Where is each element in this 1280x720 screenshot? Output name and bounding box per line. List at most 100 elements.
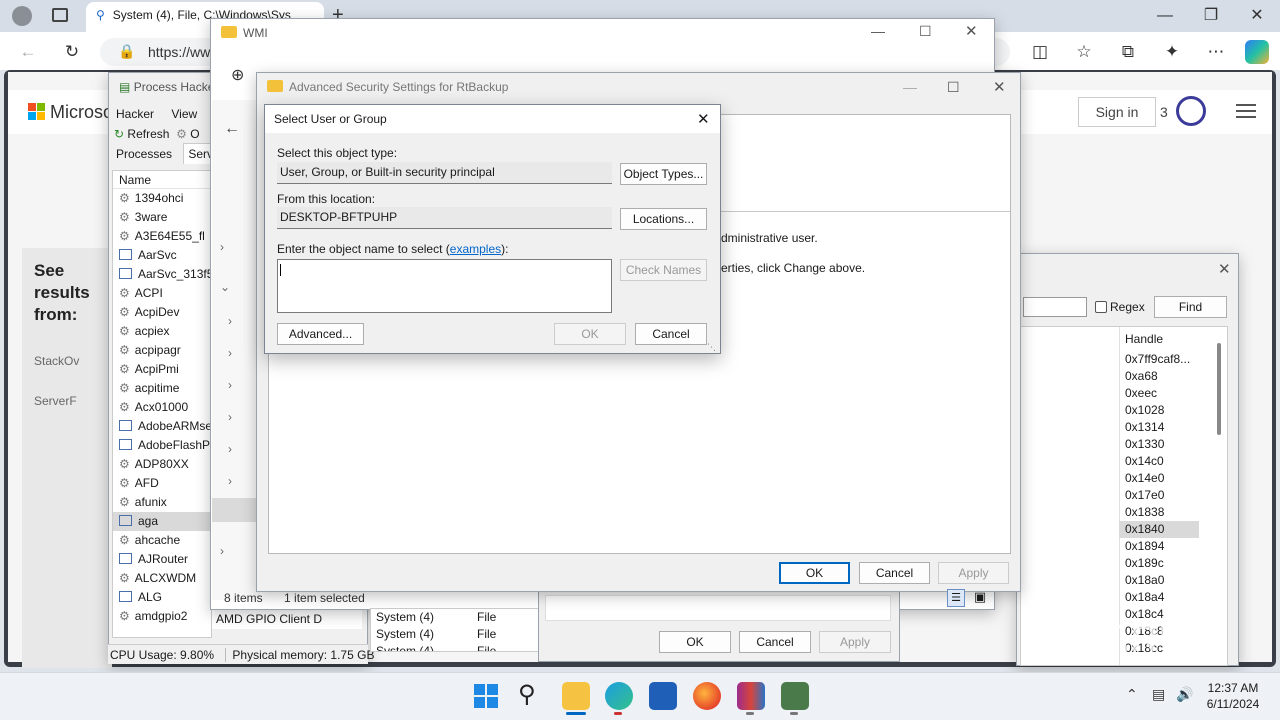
column-header-handle[interactable]: Handle (1125, 332, 1163, 346)
list-item[interactable]: ⚙ acpitime (113, 379, 211, 398)
adv-apply-button[interactable]: Apply (938, 562, 1009, 584)
table-row[interactable]: 0x1838 (1119, 504, 1199, 521)
chevron-right-icon[interactable]: › (228, 410, 232, 424)
services-list[interactable]: Name ⚙ 1394ohci ⚙ 3ware ⚙ A3E64E55_fl AarSvc Aa… (112, 170, 212, 638)
table-row[interactable]: 0xa68 (1119, 368, 1199, 385)
profile-avatar[interactable] (12, 6, 32, 26)
volume-icon[interactable]: 🔊 (1176, 686, 1193, 703)
object-name-input[interactable] (277, 259, 612, 313)
more-icon[interactable]: ⋯ (1204, 40, 1228, 64)
chevron-right-icon[interactable]: › (228, 314, 232, 328)
close-icon[interactable]: ✕ (1218, 260, 1231, 278)
checkbox-box[interactable] (1095, 301, 1107, 313)
file-list[interactable]: System (4) File System (4) File System (4) Fi… (370, 608, 540, 652)
back-arrow-icon[interactable]: ← (224, 120, 240, 138)
chevron-down-icon[interactable]: ⌄ (220, 280, 230, 294)
wmi-maximize[interactable]: ☐ (919, 23, 932, 40)
list-item[interactable]: ⚙ ALCXWDM (113, 569, 211, 588)
menu-icon[interactable] (1236, 104, 1256, 118)
table-row[interactable]: 0x17e0 (1119, 487, 1199, 504)
chevron-right-icon[interactable]: › (228, 378, 232, 392)
list-item[interactable]: ⚙ Acx01000 (113, 398, 211, 417)
props-cancel-button[interactable]: Cancel (739, 631, 811, 653)
copilot-icon[interactable] (1245, 40, 1269, 64)
props-apply-button[interactable]: Apply (819, 631, 891, 653)
new-item-icon[interactable]: ⊕ (231, 65, 244, 85)
wmi-close[interactable]: ✕ (965, 22, 978, 40)
refresh-icon[interactable]: ↻ (60, 40, 84, 64)
chevron-right-icon[interactable]: › (228, 442, 232, 456)
table-row[interactable]: 0x1314 (1119, 419, 1199, 436)
close-icon[interactable]: ✕ (697, 110, 710, 128)
list-item[interactable]: ⚙ afunix (113, 493, 211, 512)
regex-checkbox[interactable]: Regex (1095, 300, 1145, 314)
table-row[interactable]: 0xeec (1119, 385, 1199, 402)
list-item[interactable]: ⚙ amdgpio2 (113, 607, 211, 626)
options-button[interactable]: O (190, 127, 199, 141)
list-item[interactable]: ⚙ 1394ohci (113, 189, 211, 208)
list-item[interactable]: ⚙ acpipagr (113, 341, 211, 360)
list-item[interactable]: AdobeARMse (113, 417, 211, 436)
signin-button[interactable]: Sign in (1078, 97, 1156, 127)
check-names-button[interactable]: Check Names (620, 259, 707, 281)
table-row[interactable]: 0x18a0 (1119, 572, 1199, 589)
chevron-up-icon[interactable]: ⌃ (1126, 686, 1138, 703)
store-icon[interactable] (649, 682, 677, 710)
nav-selected-row[interactable] (212, 498, 260, 522)
table-row[interactable]: 0x1028 (1119, 402, 1199, 419)
chevron-right-icon[interactable]: › (220, 240, 224, 254)
resize-grip-icon[interactable]: ⋱ (707, 342, 716, 353)
list-item[interactable]: aga (113, 512, 211, 531)
list-item[interactable]: ⚙ ADP80XX (113, 455, 211, 474)
details-view-icon[interactable]: ☰ (947, 589, 965, 607)
chevron-right-icon[interactable]: › (220, 544, 224, 558)
winrar-icon[interactable] (737, 682, 765, 710)
list-item[interactable]: ⚙ ACPI (113, 284, 211, 303)
rewards-icon[interactable] (1176, 96, 1206, 126)
edge-icon[interactable] (605, 682, 633, 710)
list-item[interactable]: ⚙ ahcache (113, 531, 211, 550)
list-item[interactable]: ⚙ acpiex (113, 322, 211, 341)
source-item[interactable]: StackOv (34, 350, 100, 372)
advanced-button[interactable]: Advanced... (277, 323, 364, 345)
chevron-right-icon[interactable]: › (228, 474, 232, 488)
menu-hacker[interactable]: Hacker (116, 107, 154, 121)
favorites-icon[interactable]: ☆ (1072, 40, 1096, 64)
table-row[interactable]: 0x1330 (1119, 436, 1199, 453)
table-row[interactable]: System (4) File (371, 609, 539, 626)
scrollbar-thumb[interactable] (1217, 343, 1221, 435)
list-item[interactable]: ⚙ AcpiPmi (113, 360, 211, 379)
handles-list[interactable]: Handle 0x7ff9caf8... 0xa68 0xeec 0x1028 0x13… (1020, 326, 1228, 666)
file-explorer-icon[interactable] (562, 682, 590, 710)
list-item[interactable]: ALG (113, 588, 211, 607)
wmi-minimize[interactable]: — (871, 23, 885, 39)
table-row[interactable]: 0x14c0 (1119, 453, 1199, 470)
tab-actions-icon[interactable] (52, 8, 68, 22)
table-row[interactable]: 0x189c (1119, 555, 1199, 572)
refresh-button[interactable]: Refresh (127, 127, 169, 141)
source-item[interactable]: ServerF (34, 390, 100, 412)
tab-processes[interactable]: Processes (116, 147, 172, 161)
search-icon[interactable]: ⚲ (518, 680, 536, 709)
locations-button[interactable]: Locations... (620, 208, 707, 230)
table-row[interactable]: 0x1894 (1119, 538, 1199, 555)
chevron-right-icon[interactable]: › (228, 346, 232, 360)
adv-minimize[interactable]: — (903, 79, 917, 95)
clock[interactable]: 12:37 AM 6/11/2024 (1196, 680, 1270, 712)
table-row[interactable]: 0x18a4 (1119, 589, 1199, 606)
list-item[interactable]: AJRouter (113, 550, 211, 569)
list-item[interactable]: ⚙ AFD (113, 474, 211, 493)
list-item[interactable]: AarSvc (113, 246, 211, 265)
tiles-view-icon[interactable]: ▣ (972, 589, 988, 605)
split-screen-icon[interactable]: ◫ (1028, 40, 1052, 64)
ok-button[interactable]: OK (554, 323, 626, 345)
back-icon[interactable]: ← (16, 40, 40, 64)
list-item[interactable]: AarSvc_313f5 (113, 265, 211, 284)
start-icon[interactable] (474, 684, 498, 708)
process-hacker-taskbar-icon[interactable] (781, 682, 809, 710)
find-button[interactable]: Find (1154, 296, 1227, 318)
minimize-button[interactable]: — (1142, 4, 1188, 30)
table-row[interactable]: 0x14e0 (1119, 470, 1199, 487)
table-row[interactable]: System (4) File (371, 643, 539, 651)
adv-maximize[interactable]: ☐ (947, 79, 960, 96)
